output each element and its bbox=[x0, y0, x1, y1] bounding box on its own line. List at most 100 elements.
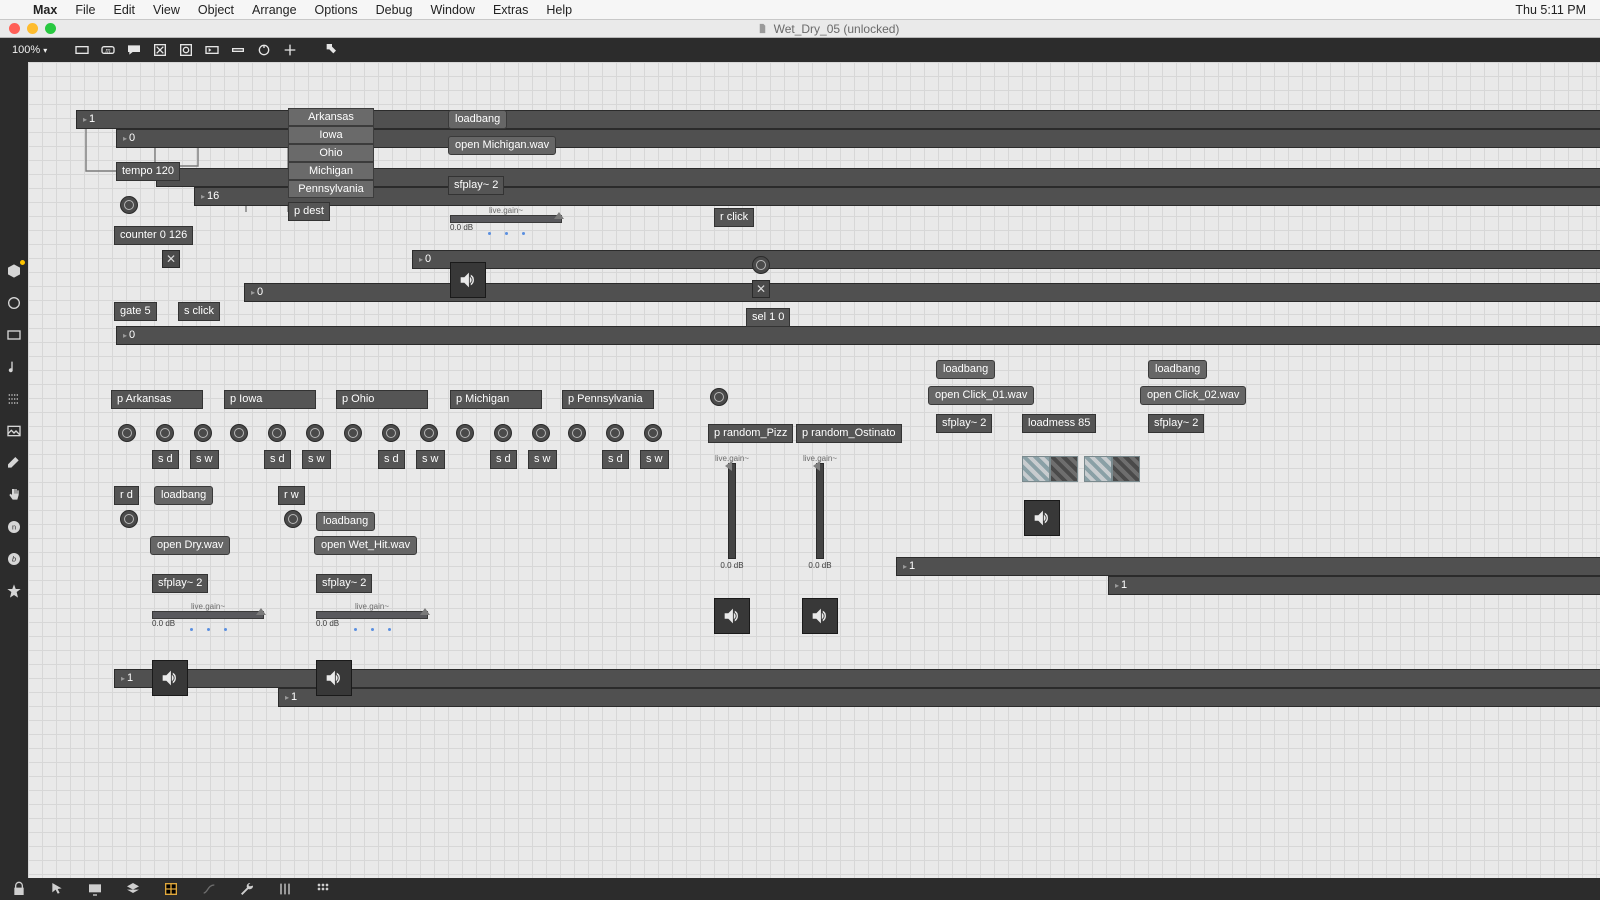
menu-max[interactable]: Max bbox=[24, 3, 66, 17]
meter-object[interactable] bbox=[1084, 456, 1112, 482]
tempo-object[interactable]: tempo 120 bbox=[116, 162, 180, 181]
layers-icon[interactable] bbox=[124, 881, 142, 897]
receive-w-object[interactable]: r w bbox=[278, 486, 305, 505]
grid-snap-icon[interactable] bbox=[162, 881, 180, 897]
traffic-lights[interactable] bbox=[0, 23, 56, 34]
sfplay-object[interactable]: sfplay~ 2 bbox=[1148, 414, 1204, 433]
bang-button[interactable] bbox=[710, 388, 728, 406]
dsp-status-icon[interactable] bbox=[314, 881, 332, 897]
number-box[interactable]: 1 bbox=[1108, 576, 1600, 595]
bang-button[interactable] bbox=[268, 424, 286, 442]
p-michigan-object[interactable]: p Michigan bbox=[450, 390, 542, 409]
receive-d-object[interactable]: r d bbox=[114, 486, 139, 505]
send-w-object[interactable]: s w bbox=[190, 450, 219, 469]
menu-extras[interactable]: Extras bbox=[484, 3, 537, 17]
bang-button[interactable] bbox=[156, 424, 174, 442]
hand-icon[interactable] bbox=[5, 486, 23, 504]
lock-icon[interactable] bbox=[10, 881, 28, 897]
new-number-icon[interactable] bbox=[201, 41, 223, 59]
menu-object[interactable]: Object bbox=[189, 3, 243, 17]
bang-button[interactable] bbox=[606, 424, 624, 442]
menu-file[interactable]: File bbox=[66, 3, 104, 17]
state-umenu[interactable]: Arkansas Iowa Ohio Michigan Pennsylvania bbox=[288, 108, 374, 198]
bang-button[interactable] bbox=[456, 424, 474, 442]
gate-object[interactable]: gate 5 bbox=[114, 302, 157, 321]
format-paint-icon[interactable] bbox=[319, 41, 341, 59]
p-random-pizz-object[interactable]: p random_Pizz bbox=[708, 424, 793, 443]
bang-button[interactable] bbox=[568, 424, 586, 442]
live-gain[interactable]: live.gain~ 0.0 dB bbox=[152, 602, 264, 634]
open-click01-message[interactable]: open Click_01.wav bbox=[928, 386, 1034, 405]
circle-b-icon[interactable]: b bbox=[5, 550, 23, 568]
loadbang-object[interactable]: loadbang bbox=[448, 110, 507, 129]
number-box[interactable]: 16 bbox=[194, 187, 1600, 206]
send-w-object[interactable]: s w bbox=[416, 450, 445, 469]
new-bpatcher-icon[interactable] bbox=[253, 41, 275, 59]
menu-window[interactable]: Window bbox=[421, 3, 483, 17]
menu-edit[interactable]: Edit bbox=[104, 3, 144, 17]
ezdac-speaker-icon[interactable] bbox=[714, 598, 750, 634]
umenu-item[interactable]: Arkansas bbox=[288, 108, 374, 126]
send-w-object[interactable]: s w bbox=[640, 450, 669, 469]
bang-button[interactable] bbox=[230, 424, 248, 442]
open-message[interactable]: open Michigan.wav bbox=[448, 136, 556, 155]
patcher-canvas[interactable]: 1 0 8 16 tempo 120 counter 0 126 0 0 gat… bbox=[28, 62, 1600, 878]
menu-view[interactable]: View bbox=[144, 3, 189, 17]
send-w-object[interactable]: s w bbox=[528, 450, 557, 469]
mac-menubar[interactable]: Max File Edit View Object Arrange Option… bbox=[0, 0, 1600, 20]
bang-button[interactable] bbox=[120, 196, 138, 214]
bang-button[interactable] bbox=[284, 510, 302, 528]
counter-object[interactable]: counter 0 126 bbox=[114, 226, 193, 245]
ezdac-speaker-icon[interactable] bbox=[450, 262, 486, 298]
ezdac-speaker-icon[interactable] bbox=[316, 660, 352, 696]
ezdac-speaker-icon[interactable] bbox=[802, 598, 838, 634]
bang-button[interactable] bbox=[752, 256, 770, 274]
send-w-object[interactable]: s w bbox=[302, 450, 331, 469]
loadmess-object[interactable]: loadmess 85 bbox=[1022, 414, 1096, 433]
send-d-object[interactable]: s d bbox=[264, 450, 291, 469]
sel-object[interactable]: sel 1 0 bbox=[746, 308, 790, 327]
note-icon[interactable] bbox=[5, 358, 23, 376]
sfplay-object[interactable]: sfplay~ 2 bbox=[152, 574, 208, 593]
send-click-object[interactable]: s click bbox=[178, 302, 220, 321]
presentation-icon[interactable] bbox=[86, 881, 104, 897]
ezdac-speaker-icon[interactable] bbox=[1024, 500, 1060, 536]
receive-click-object[interactable]: r click bbox=[714, 208, 754, 227]
new-object-icon[interactable] bbox=[71, 41, 93, 59]
bang-button[interactable] bbox=[532, 424, 550, 442]
bang-button[interactable] bbox=[644, 424, 662, 442]
live-gain[interactable]: live.gain~ 0.0 dB bbox=[316, 602, 428, 634]
package-icon[interactable] bbox=[5, 262, 23, 280]
close-window-button[interactable] bbox=[9, 23, 20, 34]
send-d-object[interactable]: s d bbox=[602, 450, 629, 469]
send-d-object[interactable]: s d bbox=[378, 450, 405, 469]
bang-button[interactable] bbox=[494, 424, 512, 442]
circle-n-icon[interactable]: n bbox=[5, 518, 23, 536]
panel-icon[interactable] bbox=[5, 326, 23, 344]
bang-button[interactable] bbox=[118, 424, 136, 442]
ezdac-speaker-icon[interactable] bbox=[152, 660, 188, 696]
meter-object[interactable] bbox=[1050, 456, 1078, 482]
patch-cords-icon[interactable] bbox=[200, 881, 218, 897]
ruler-icon[interactable] bbox=[5, 454, 23, 472]
live-gain[interactable]: live.gain~ 0.0 dB bbox=[450, 206, 562, 238]
number-box[interactable]: 0 bbox=[244, 283, 1600, 302]
bang-button[interactable] bbox=[120, 510, 138, 528]
p-ohio-object[interactable]: p Ohio bbox=[336, 390, 428, 409]
cursor-icon[interactable] bbox=[48, 881, 66, 897]
send-d-object[interactable]: s d bbox=[152, 450, 179, 469]
loadbang-object[interactable]: loadbang bbox=[154, 486, 213, 505]
loadbang-object[interactable]: loadbang bbox=[1148, 360, 1207, 379]
umenu-item[interactable]: Pennsylvania bbox=[288, 180, 374, 198]
zoom-level[interactable]: 100% ▾ bbox=[6, 44, 53, 56]
number-box[interactable]: 0 bbox=[116, 326, 1600, 345]
loadbang-object[interactable]: loadbang bbox=[316, 512, 375, 531]
new-add-icon[interactable] bbox=[279, 41, 301, 59]
bang-button[interactable] bbox=[306, 424, 324, 442]
sfplay-object[interactable]: sfplay~ 2 bbox=[448, 176, 504, 195]
number-box[interactable]: 1 bbox=[896, 557, 1600, 576]
live-gain-vertical[interactable]: live.gain~ 0.0 dB bbox=[808, 454, 832, 570]
send-d-object[interactable]: s d bbox=[490, 450, 517, 469]
bang-button[interactable] bbox=[344, 424, 362, 442]
menu-help[interactable]: Help bbox=[537, 3, 581, 17]
